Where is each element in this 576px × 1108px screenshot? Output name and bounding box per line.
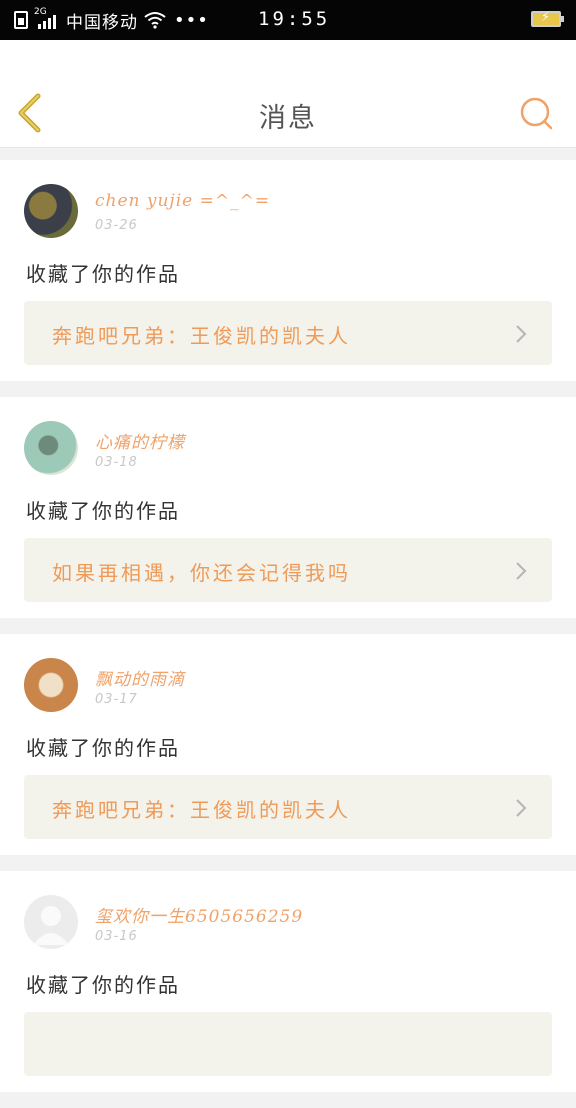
message-date: 03-16	[95, 929, 138, 944]
work-link[interactable]: 如果再相遇，你还会记得我吗	[24, 538, 552, 602]
work-link[interactable]: 奔跑吧兄弟：王俊凯的凯夫人	[24, 301, 552, 365]
message-card: 心痛的柠檬 03-18 收藏了你的作品 如果再相遇，你还会记得我吗	[0, 397, 576, 618]
action-text: 收藏了你的作品	[26, 973, 180, 997]
user-name[interactable]: 飘动的雨滴	[95, 665, 185, 690]
battery-charging-icon: ⚡	[531, 10, 564, 27]
chevron-right-icon	[516, 325, 527, 343]
message-card: 飘动的雨滴 03-17 收藏了你的作品 奔跑吧兄弟：王俊凯的凯夫人	[0, 634, 576, 855]
chevron-right-icon	[516, 562, 527, 580]
search-icon[interactable]	[518, 95, 554, 131]
action-text: 收藏了你的作品	[26, 736, 180, 760]
wifi-icon	[144, 12, 166, 29]
status-bar: 2G 中国移动 ••• 19:55 ⚡	[0, 0, 576, 40]
work-title: 如果再相遇，你还会记得我吗	[52, 561, 351, 585]
avatar[interactable]	[24, 658, 78, 712]
more-indicator: •••	[174, 9, 209, 31]
page-title: 消息	[259, 103, 317, 134]
work-link[interactable]	[24, 1012, 552, 1076]
sim-icon	[14, 11, 28, 29]
avatar[interactable]	[24, 421, 78, 475]
app-header: 消息	[0, 40, 576, 148]
message-card: 玺欢你一生6505656259 03-16 收藏了你的作品	[0, 871, 576, 1092]
avatar[interactable]	[24, 895, 78, 949]
status-time: 19:55	[258, 8, 331, 30]
message-date: 03-26	[95, 218, 138, 233]
work-link[interactable]: 奔跑吧兄弟：王俊凯的凯夫人	[24, 775, 552, 839]
user-name[interactable]: 玺欢你一生6505656259	[95, 902, 303, 927]
action-text: 收藏了你的作品	[26, 262, 180, 286]
message-date: 03-18	[95, 455, 138, 470]
user-name[interactable]: 心痛的柠檬	[95, 428, 185, 453]
signal-icon: 2G	[34, 7, 60, 31]
chevron-right-icon	[516, 799, 527, 817]
user-name[interactable]: chen yujie =^_^=	[95, 191, 270, 211]
message-list: chen yujie =^_^= 03-26 收藏了你的作品 奔跑吧兄弟：王俊凯…	[0, 160, 576, 1108]
status-left: 2G 中国移动 •••	[0, 0, 209, 40]
message-card: chen yujie =^_^= 03-26 收藏了你的作品 奔跑吧兄弟：王俊凯…	[0, 160, 576, 381]
message-date: 03-17	[95, 692, 138, 707]
default-avatar-icon	[33, 906, 69, 945]
action-text: 收藏了你的作品	[26, 499, 180, 523]
work-title: 奔跑吧兄弟：王俊凯的凯夫人	[52, 798, 351, 822]
avatar[interactable]	[24, 184, 78, 238]
carrier-name: 中国移动	[66, 12, 138, 33]
work-title: 奔跑吧兄弟：王俊凯的凯夫人	[52, 324, 351, 348]
